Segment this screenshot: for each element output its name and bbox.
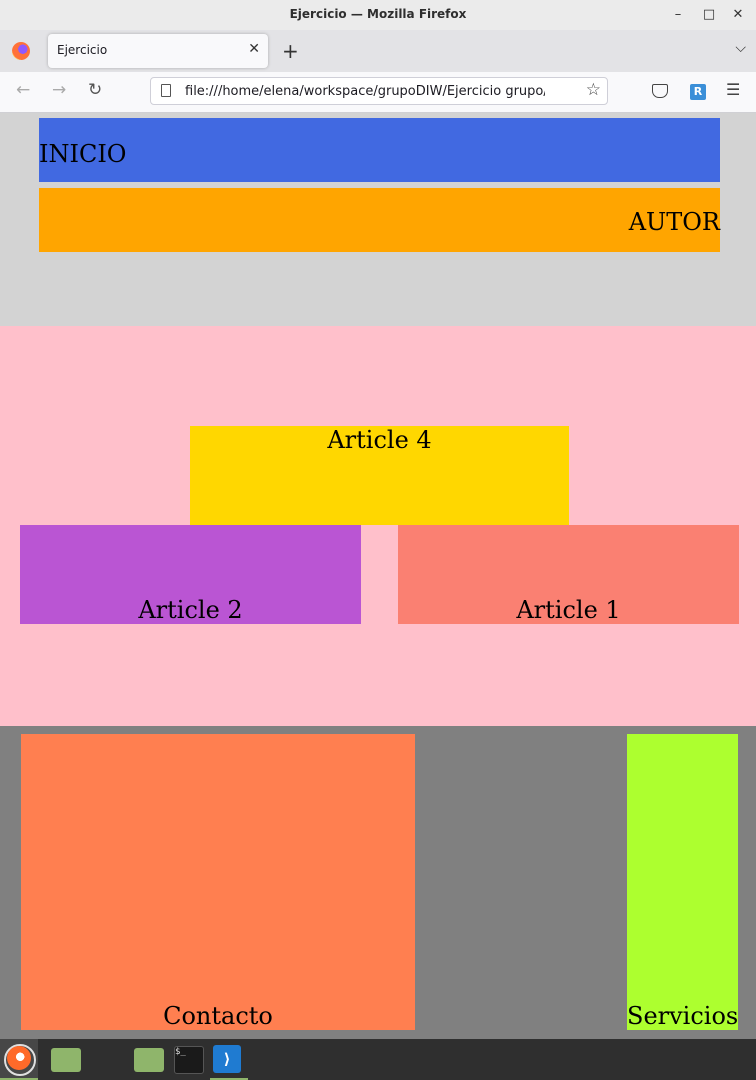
bookmark-star-icon[interactable]: ☆ <box>586 80 601 100</box>
show-desktop-icon[interactable] <box>51 1048 81 1072</box>
contacto-block: Contacto <box>21 734 415 1030</box>
tab-strip: Ejercicio ✕ + ⌵ <box>0 30 756 72</box>
taskbar: m $_ ⟩ <box>0 1039 756 1080</box>
article-2: Article 2 <box>20 525 361 624</box>
contacto-label: Contacto <box>163 1002 273 1030</box>
article-4: Article 4 <box>190 426 569 525</box>
close-tab-icon[interactable]: ✕ <box>248 41 260 57</box>
main-section: Article 4 Article 2 Article 1 <box>0 326 756 726</box>
navigation-toolbar: ← → ↻ file:///home/elena/workspace/grupo… <box>0 72 756 113</box>
article-1-label: Article 1 <box>516 596 621 624</box>
reload-icon[interactable]: ↻ <box>88 80 102 100</box>
pocket-icon[interactable] <box>652 84 668 98</box>
extension-r-icon[interactable]: R <box>690 84 706 100</box>
vscode-icon[interactable]: ⟩ <box>213 1045 241 1073</box>
window-titlebar: Ejercicio — Mozilla Firefox – □ ✕ <box>0 0 756 30</box>
forward-icon[interactable]: → <box>52 80 66 100</box>
back-icon[interactable]: ← <box>16 80 30 100</box>
minimize-button[interactable]: – <box>668 5 688 25</box>
close-window-button[interactable]: ✕ <box>728 5 748 25</box>
new-tab-button[interactable]: + <box>282 39 299 63</box>
inicio-block: INICIO <box>39 118 720 182</box>
autor-block: AUTOR <box>39 188 720 252</box>
hamburger-menu-icon[interactable]: ☰ <box>726 80 740 99</box>
firefox-icon <box>12 42 30 60</box>
tab-label: Ejercicio <box>57 43 108 57</box>
autor-label: AUTOR <box>628 208 720 236</box>
url-bar[interactable]: file:///home/elena/workspace/grupoDIW/Ej… <box>150 77 608 105</box>
list-all-tabs-icon[interactable]: ⌵ <box>735 40 746 56</box>
url-text[interactable]: file:///home/elena/workspace/grupoDIW/Ej… <box>185 84 545 99</box>
header-section: INICIO AUTOR <box>0 113 756 326</box>
window-title: Ejercicio — Mozilla Firefox <box>289 7 467 21</box>
firefox-icon <box>7 1046 31 1070</box>
tab-ejercicio[interactable]: Ejercicio ✕ <box>48 34 268 68</box>
article-1: Article 1 <box>398 525 739 624</box>
page-content: INICIO AUTOR Article 4 Article 2 Article… <box>0 113 756 1039</box>
page-icon <box>161 84 171 97</box>
footer-section: Contacto Servicios <box>0 726 756 1039</box>
files-icon[interactable] <box>134 1048 164 1072</box>
article-4-label: Article 4 <box>327 426 432 454</box>
servicios-block: Servicios <box>627 734 738 1030</box>
servicios-label: Servicios <box>627 1002 739 1030</box>
inicio-label: INICIO <box>39 140 127 168</box>
article-2-label: Article 2 <box>138 596 243 624</box>
terminal-icon[interactable]: $_ <box>174 1046 204 1074</box>
maximize-button[interactable]: □ <box>699 5 719 25</box>
